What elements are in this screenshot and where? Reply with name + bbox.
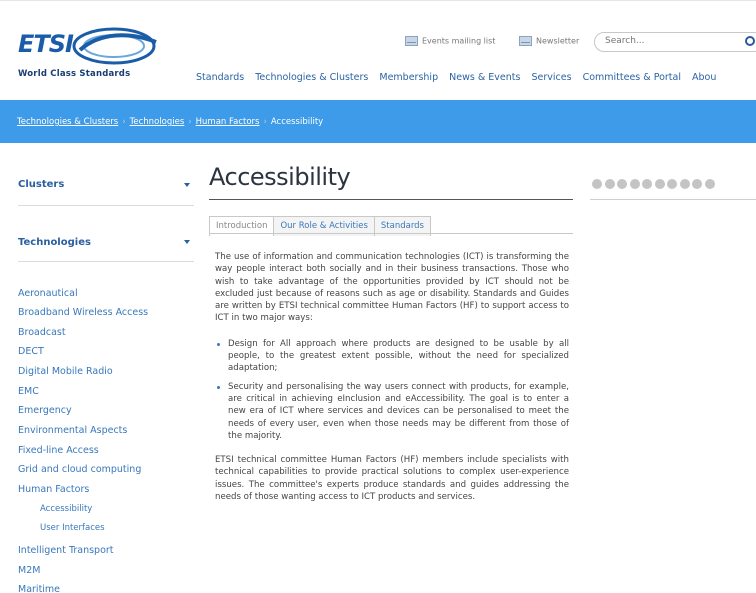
sidebar-divider — [18, 261, 194, 262]
breadcrumb-technologies[interactable]: Technologies — [130, 117, 185, 127]
sidebar-item-environmental-aspects[interactable]: Environmental Aspects — [18, 425, 127, 436]
nav-services[interactable]: Services — [531, 72, 571, 83]
sidebar-item-grid-cloud-computing[interactable]: Grid and cloud computing — [18, 464, 141, 475]
top-divider — [0, 0, 756, 1]
search-icon[interactable] — [745, 36, 755, 46]
intro-bullet-1: Design for All approach where products a… — [215, 338, 569, 375]
sidebar-subitem-user-interfaces[interactable]: User Interfaces — [40, 523, 105, 533]
carousel-dots — [592, 174, 717, 193]
carousel-dot[interactable] — [592, 179, 602, 189]
sidebar-item-dect[interactable]: DECT — [18, 346, 44, 357]
tabs-divider — [209, 233, 573, 234]
sidebar-heading-technologies[interactable]: Technologies — [18, 237, 91, 248]
nav-about[interactable]: Abou — [692, 72, 716, 83]
intro-content: The use of information and communication… — [215, 251, 569, 516]
sidebar-item-fixed-line-access[interactable]: Fixed-line Access — [18, 445, 99, 456]
nav-membership[interactable]: Membership — [379, 72, 438, 83]
sidebar-item-maritime[interactable]: Maritime — [18, 584, 60, 593]
intro-bullet-2: Security and personalising the way users… — [215, 381, 569, 442]
search-box — [594, 32, 756, 52]
content-tabs: Introduction Our Role & Activities Standar… — [209, 213, 431, 236]
intro-paragraph-2: ETSI technical committee Human Factors (… — [215, 455, 569, 503]
sidebar-item-emergency[interactable]: Emergency — [18, 405, 72, 416]
sidebar-subitem-accessibility[interactable]: Accessibility — [40, 504, 92, 514]
breadcrumb-technologies-clusters[interactable]: Technologies & Clusters — [17, 117, 118, 127]
breadcrumb-current: Accessibility — [270, 117, 324, 127]
breadcrumb-separator: › — [263, 117, 267, 127]
title-underline — [209, 199, 573, 200]
sidebar-item-broadband-wireless-access[interactable]: Broadband Wireless Access — [18, 307, 148, 318]
main-nav: Standards Technologies & Clusters Member… — [196, 72, 724, 83]
intro-bullet-list: Design for All approach where products a… — [215, 338, 569, 442]
sidebar-item-digital-mobile-radio[interactable]: Digital Mobile Radio — [18, 366, 113, 377]
sidebar-divider — [18, 205, 194, 206]
events-mailing-list-label: Events mailing list — [422, 36, 496, 46]
nav-news-events[interactable]: News & Events — [449, 72, 520, 83]
clusters-chevron-down-icon[interactable] — [184, 183, 190, 187]
breadcrumb-human-factors[interactable]: Human Factors — [196, 117, 260, 127]
carousel-dot[interactable] — [629, 179, 640, 189]
sidebar-heading-clusters[interactable]: Clusters — [18, 179, 64, 190]
carousel-dot[interactable] — [679, 179, 690, 189]
sidebar-item-emc[interactable]: EMC — [18, 386, 39, 397]
search-input[interactable] — [605, 36, 725, 46]
etsi-logo[interactable]: ETSI — [18, 27, 168, 65]
newsletter-link[interactable]: Newsletter — [519, 36, 579, 46]
sidebar-item-human-factors[interactable]: Human Factors — [18, 484, 89, 495]
nav-technologies-clusters[interactable]: Technologies & Clusters — [255, 72, 368, 83]
logo-text: ETSI — [18, 30, 74, 58]
breadcrumb-separator: › — [122, 117, 126, 127]
carousel-dot[interactable] — [604, 179, 615, 189]
carousel-dot[interactable] — [642, 179, 652, 189]
page-title: Accessibility — [209, 163, 351, 191]
breadcrumb-separator: › — [188, 117, 192, 127]
sidebar-item-broadcast[interactable]: Broadcast — [18, 327, 66, 338]
carousel-dot[interactable] — [692, 179, 702, 189]
sidebar-item-aeronautical[interactable]: Aeronautical — [18, 288, 78, 299]
carousel-dot[interactable] — [704, 179, 715, 189]
nav-committees-portal[interactable]: Committees & Portal — [583, 72, 681, 83]
technologies-chevron-down-icon[interactable] — [184, 240, 190, 244]
intro-paragraph-1: The use of information and communication… — [215, 252, 569, 324]
events-mailing-list-link[interactable]: Events mailing list — [405, 36, 495, 46]
logo-swoosh-icon — [72, 27, 157, 65]
sidebar-item-m2m[interactable]: M2M — [18, 565, 40, 576]
breadcrumb: Technologies & Clusters › Technologies › Hum… — [17, 117, 323, 127]
right-divider — [590, 199, 756, 200]
sidebar-item-intelligent-transport[interactable]: Intelligent Transport — [18, 545, 114, 556]
carousel-dot[interactable] — [617, 179, 627, 189]
carousel-dot[interactable] — [654, 179, 665, 189]
mail-icon — [405, 36, 418, 46]
carousel-dot[interactable] — [667, 179, 677, 189]
tagline: World Class Standards — [18, 69, 131, 79]
newsletter-icon — [519, 36, 532, 46]
nav-standards[interactable]: Standards — [196, 72, 244, 83]
newsletter-label: Newsletter — [536, 36, 580, 46]
